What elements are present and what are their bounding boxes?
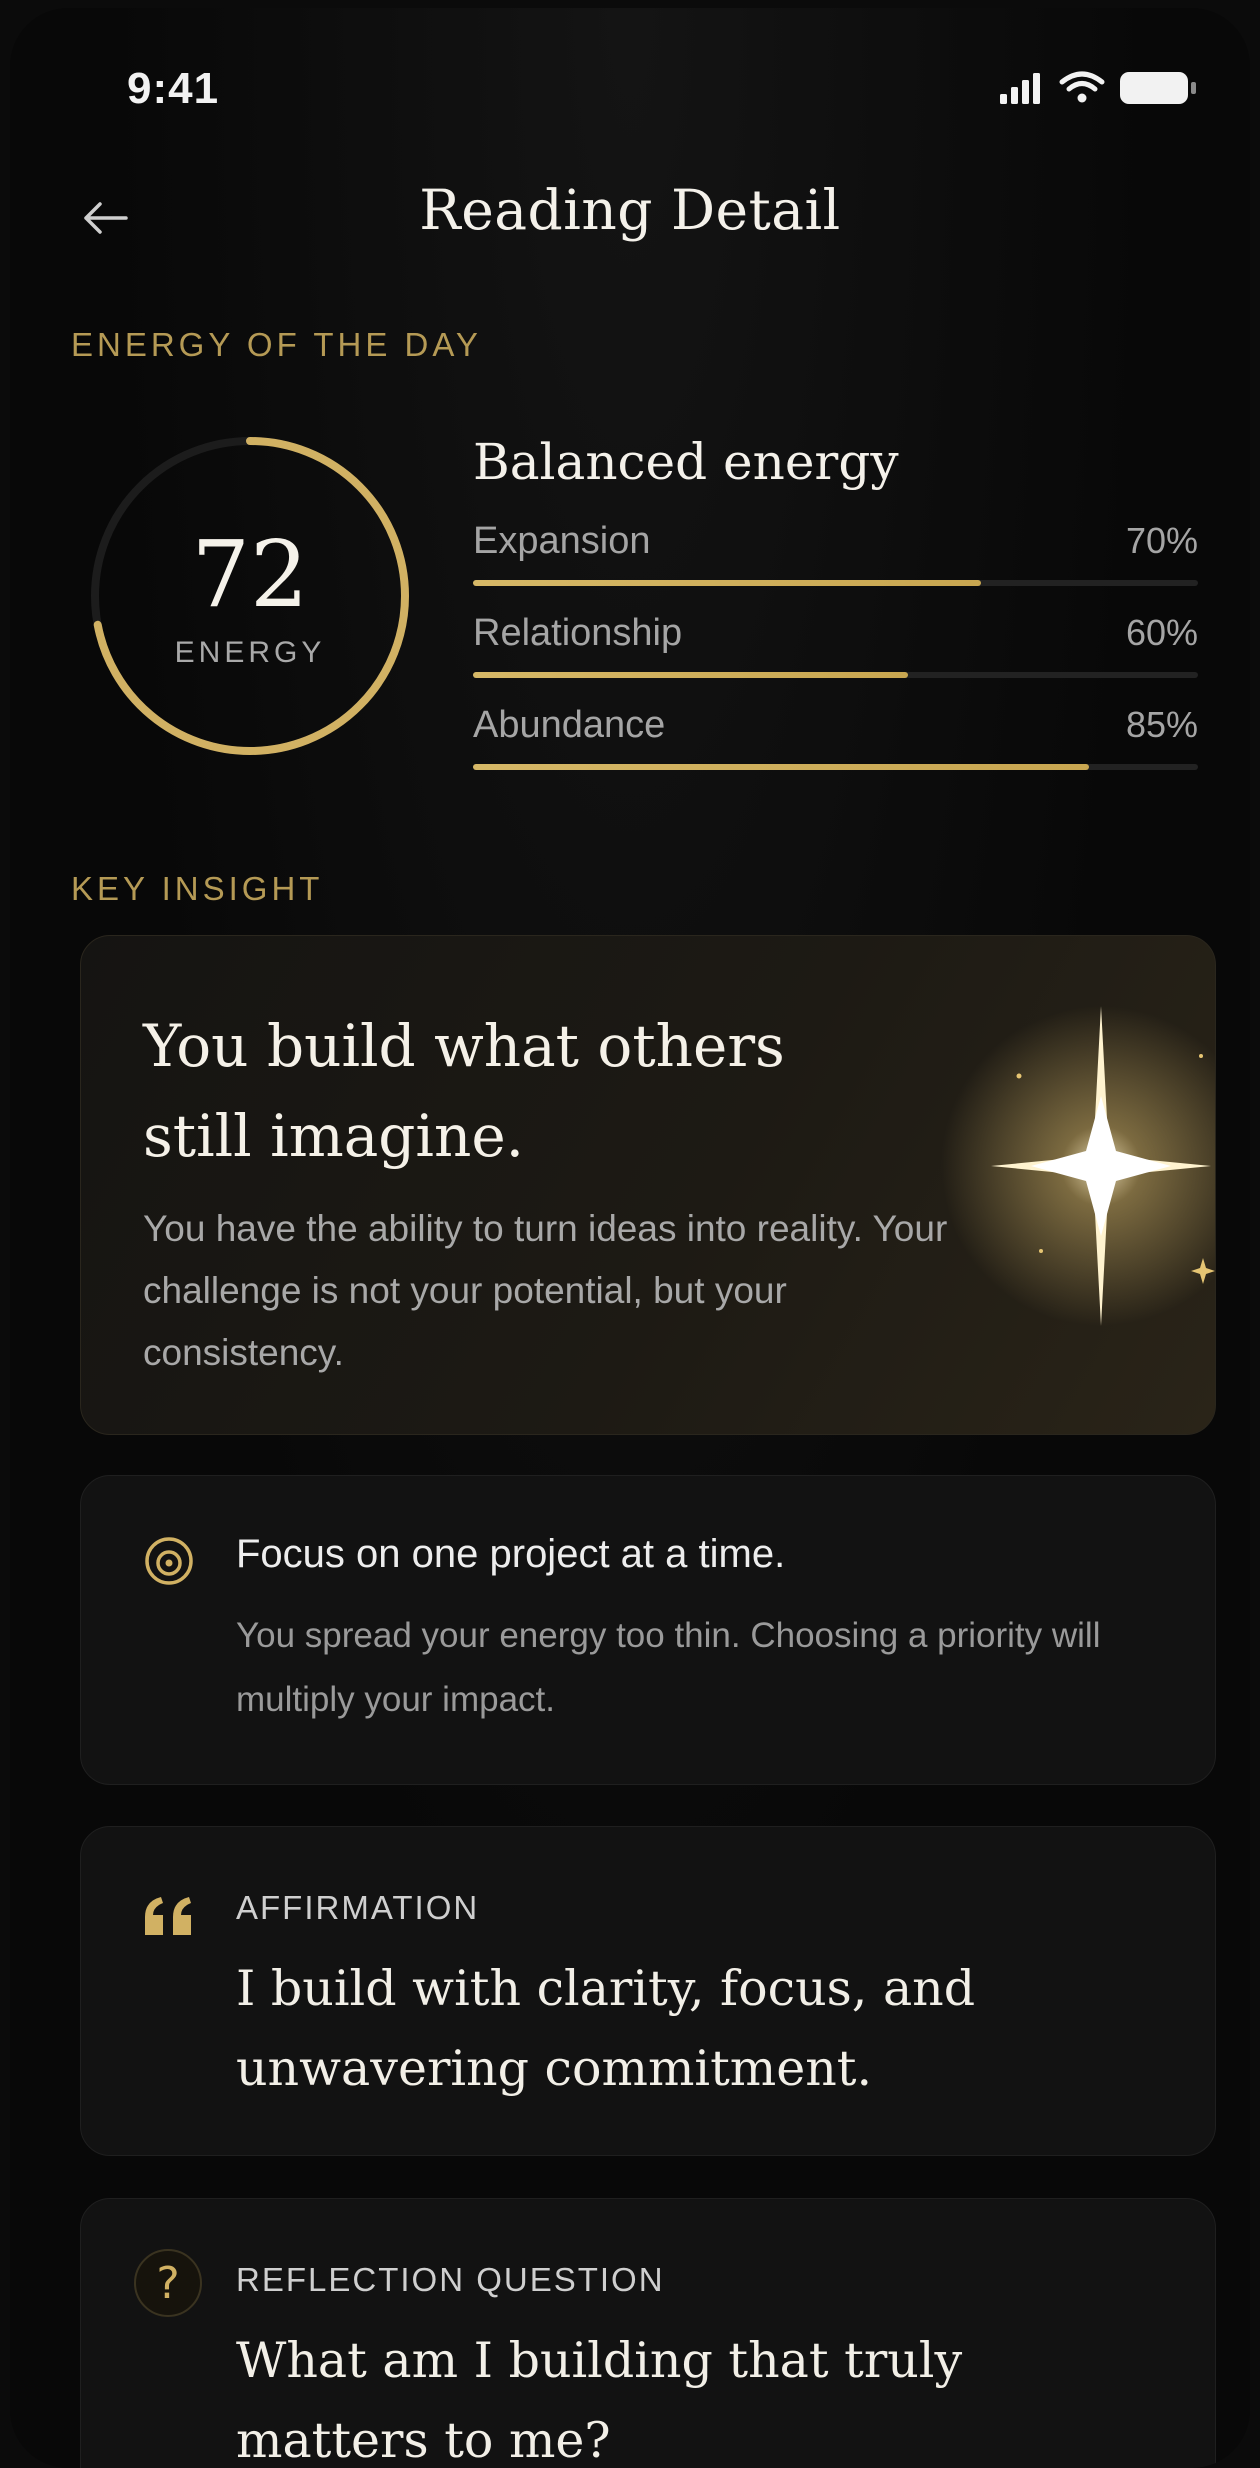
affirmation-card[interactable]: AFFIRMATION I build with clarity, focus,… (80, 1826, 1216, 2156)
metric-relationship: Relationship 60% (473, 612, 1198, 692)
metric-percent: 85% (1125, 704, 1198, 745)
insight-card[interactable]: You build what others still imagine. You… (80, 935, 1216, 1435)
question-icon: ? (134, 2249, 202, 2317)
insight-headline-line1: You build what others (143, 1012, 785, 1080)
reflection-label: REFLECTION QUESTION (236, 2261, 665, 2298)
status-time: 9:41 (127, 64, 220, 113)
question-icon-glyph: ? (156, 2257, 180, 2309)
insight-headline-line2: still imagine. (143, 1102, 525, 1170)
metric-track (473, 764, 1198, 770)
phone-screen: 9:41 Reading Detail ENERGY OF THE DAY 72… (10, 8, 1250, 2468)
metric-label: Relationship (473, 612, 683, 654)
reflection-text: What am I building that truly matters to… (236, 2332, 963, 2468)
focus-card[interactable]: Focus on one project at a time. You spre… (80, 1475, 1216, 1785)
metric-percent: 60% (1125, 612, 1198, 653)
reflection-card[interactable]: ? REFLECTION QUESTION What am I building… (80, 2198, 1216, 2468)
affirmation-text: I build with clarity, focus, and unwaver… (236, 1960, 976, 2097)
metric-label: Expansion (473, 520, 651, 562)
metric-expansion: Expansion 70% (473, 520, 1198, 600)
signal-wifi-battery-icons (1000, 71, 1196, 104)
insight-section-label: KEY INSIGHT (71, 870, 324, 907)
status-icons (1000, 68, 1210, 108)
energy-title: Balanced energy (473, 433, 899, 491)
metric-abundance: Abundance 85% (473, 704, 1198, 784)
metric-fill (473, 764, 1090, 770)
energy-score-label: ENERGY (174, 636, 326, 669)
metric-percent: 70% (1125, 520, 1198, 561)
metric-fill (473, 580, 981, 586)
affirmation-label: AFFIRMATION (236, 1889, 480, 1926)
metric-track (473, 580, 1198, 586)
metric-track (473, 672, 1198, 678)
insight-body: You have the ability to turn ideas into … (143, 1208, 948, 1373)
target-icon (145, 1537, 193, 1585)
energy-score: 72 (191, 521, 309, 628)
page-title: Reading Detail (419, 178, 841, 242)
insight-headline: You build what others still imagine. (143, 1001, 843, 1181)
quote-icon (145, 1897, 191, 1935)
energy-section-label: ENERGY OF THE DAY (71, 326, 482, 363)
focus-title: Focus on one project at a time. (236, 1532, 786, 1576)
focus-body: You spread your energy too thin. Choosin… (236, 1616, 1101, 1719)
metric-fill (473, 672, 908, 678)
metric-label: Abundance (473, 704, 666, 746)
